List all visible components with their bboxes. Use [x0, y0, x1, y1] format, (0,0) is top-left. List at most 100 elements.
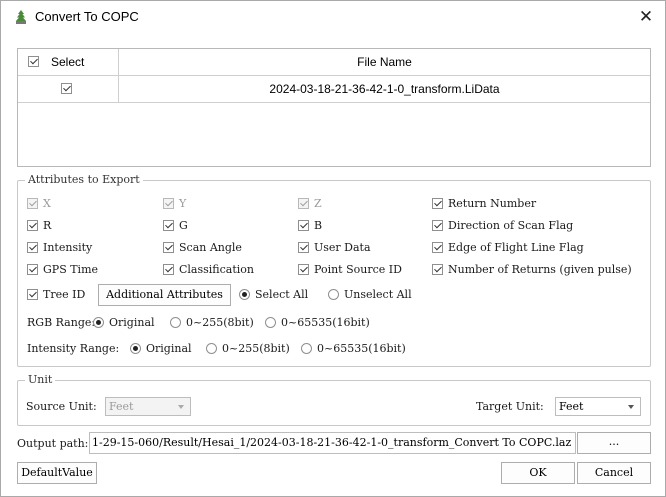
- row-checkbox[interactable]: [61, 83, 72, 94]
- unselect-all-label: Unselect All: [344, 288, 412, 301]
- attr-intensity-checkbox[interactable]: [27, 241, 38, 253]
- attr-number-of-returns-given-pulse-option[interactable]: Number of Returns (given pulse): [432, 263, 632, 276]
- rgb-8bit-radio[interactable]: [170, 316, 181, 328]
- attr-user-data-option[interactable]: User Data: [298, 241, 371, 254]
- source-unit-label: Source Unit:: [26, 400, 97, 413]
- intensity-range-8bit[interactable]: 0~255(8bit): [206, 342, 290, 355]
- source-unit-select: Feet: [105, 397, 191, 416]
- target-unit-select[interactable]: Feet: [555, 397, 641, 416]
- chevron-down-icon: [178, 405, 184, 409]
- output-path-input[interactable]: 1-29-15-060/Result/Hesai_1/2024-03-18-21…: [89, 432, 576, 454]
- intensity-16bit-radio[interactable]: [301, 342, 312, 354]
- default-value-button[interactable]: DefaultValue: [17, 462, 97, 484]
- unselect-all-option[interactable]: Unselect All: [328, 288, 412, 301]
- rgb-8bit-label: 0~255(8bit): [186, 316, 254, 329]
- intensity-16bit-label: 0~65535(16bit): [317, 342, 406, 355]
- attr-r-checkbox[interactable]: [27, 219, 38, 231]
- attr-classification-label: Classification: [179, 263, 255, 276]
- attr-gps-time-option[interactable]: GPS Time: [27, 263, 98, 276]
- attr-g-option[interactable]: G: [163, 219, 188, 232]
- attributes-group-title: Attributes to Export: [25, 173, 143, 186]
- attr-z-option: Z: [298, 197, 322, 210]
- attr-return-number-checkbox[interactable]: [432, 197, 443, 209]
- attr-classification-checkbox[interactable]: [163, 263, 174, 275]
- select-all-label: Select All: [255, 288, 309, 301]
- intensity-range-16bit[interactable]: 0~65535(16bit): [301, 342, 406, 355]
- rgb-16bit-radio[interactable]: [265, 316, 276, 328]
- attr-point-source-id-option[interactable]: Point Source ID: [298, 263, 402, 276]
- browse-button[interactable]: ...: [577, 432, 651, 454]
- convert-to-copc-dialog: Convert To COPC ✕ Select File Name 2024-…: [0, 0, 666, 497]
- target-unit-label: Target Unit:: [476, 400, 544, 413]
- attr-scan-angle-label: Scan Angle: [179, 241, 242, 254]
- attr-intensity-option[interactable]: Intensity: [27, 241, 92, 254]
- attr-intensity-label: Intensity: [43, 241, 93, 254]
- attr-x-label: X: [43, 197, 51, 210]
- target-unit-value: Feet: [559, 400, 584, 413]
- rgb-original-radio[interactable]: [93, 316, 104, 328]
- rgb-original-label: Original: [109, 316, 155, 329]
- intensity-original-radio[interactable]: [130, 342, 141, 354]
- attr-direction-of-scan-flag-option[interactable]: Direction of Scan Flag: [432, 219, 573, 232]
- intensity-original-label: Original: [146, 342, 192, 355]
- intensity-8bit-label: 0~255(8bit): [222, 342, 290, 355]
- attr-edge-of-flight-line-flag-option[interactable]: Edge of Flight Line Flag: [432, 241, 584, 254]
- title-bar: Convert To COPC ✕: [1, 1, 665, 33]
- additional-attributes-button[interactable]: Additional Attributes: [98, 284, 231, 306]
- attr-number-of-returns-given-pulse-label: Number of Returns (given pulse): [448, 263, 632, 276]
- header-file-name[interactable]: File Name: [119, 49, 650, 76]
- attr-x-checkbox: [27, 197, 38, 209]
- attr-g-checkbox[interactable]: [163, 219, 174, 231]
- file-table: Select File Name 2024-03-18-21-36-42-1-0…: [17, 48, 651, 167]
- tree-id-option[interactable]: Tree ID: [27, 288, 85, 301]
- source-unit-value: Feet: [109, 400, 134, 413]
- attr-b-checkbox[interactable]: [298, 219, 309, 231]
- attr-r-label: R: [43, 219, 52, 232]
- attr-direction-of-scan-flag-label: Direction of Scan Flag: [448, 219, 574, 232]
- close-icon[interactable]: ✕: [635, 7, 657, 27]
- unit-group-title: Unit: [25, 373, 56, 386]
- window-title: Convert To COPC: [35, 9, 139, 24]
- attr-direction-of-scan-flag-checkbox[interactable]: [432, 219, 443, 231]
- attr-return-number-option[interactable]: Return Number: [432, 197, 536, 210]
- attr-classification-option[interactable]: Classification: [163, 263, 254, 276]
- select-all-option[interactable]: Select All: [239, 288, 308, 301]
- select-all-radio[interactable]: [239, 288, 250, 300]
- attr-x-option: X: [27, 197, 51, 210]
- output-path-label: Output path:: [17, 437, 89, 450]
- attr-g-label: G: [179, 219, 188, 232]
- intensity-range-label: Intensity Range:: [27, 342, 120, 355]
- tree-id-label: Tree ID: [43, 288, 86, 301]
- unselect-all-radio[interactable]: [328, 288, 339, 300]
- intensity-8bit-radio[interactable]: [206, 342, 217, 354]
- cancel-button[interactable]: Cancel: [577, 462, 651, 484]
- app-icon: [16, 10, 26, 24]
- header-select[interactable]: Select: [18, 49, 119, 76]
- attr-scan-angle-option[interactable]: Scan Angle: [163, 241, 242, 254]
- attr-edge-of-flight-line-flag-label: Edge of Flight Line Flag: [448, 241, 584, 254]
- select-all-checkbox[interactable]: [28, 56, 39, 67]
- attr-number-of-returns-given-pulse-checkbox[interactable]: [432, 263, 443, 275]
- attr-scan-angle-checkbox[interactable]: [163, 241, 174, 253]
- table-row-file-name[interactable]: 2024-03-18-21-36-42-1-0_transform.LiData: [119, 76, 650, 103]
- attr-gps-time-checkbox[interactable]: [27, 263, 38, 275]
- attr-b-option[interactable]: B: [298, 219, 322, 232]
- header-select-label: Select: [51, 55, 85, 69]
- rgb-range-8bit[interactable]: 0~255(8bit): [170, 316, 254, 329]
- attr-point-source-id-checkbox[interactable]: [298, 263, 309, 275]
- chevron-down-icon: [628, 405, 634, 409]
- rgb-16bit-label: 0~65535(16bit): [281, 316, 370, 329]
- rgb-range-original[interactable]: Original: [93, 316, 155, 329]
- intensity-range-original[interactable]: Original: [130, 342, 192, 355]
- attr-user-data-checkbox[interactable]: [298, 241, 309, 253]
- rgb-range-16bit[interactable]: 0~65535(16bit): [265, 316, 370, 329]
- attr-z-checkbox: [298, 197, 309, 209]
- attr-edge-of-flight-line-flag-checkbox[interactable]: [432, 241, 443, 253]
- attr-y-checkbox: [163, 197, 174, 209]
- attr-r-option[interactable]: R: [27, 219, 51, 232]
- attr-gps-time-label: GPS Time: [43, 263, 99, 276]
- tree-id-checkbox[interactable]: [27, 288, 38, 300]
- attr-point-source-id-label: Point Source ID: [314, 263, 402, 276]
- attr-y-label: Y: [179, 197, 187, 210]
- ok-button[interactable]: OK: [501, 462, 575, 484]
